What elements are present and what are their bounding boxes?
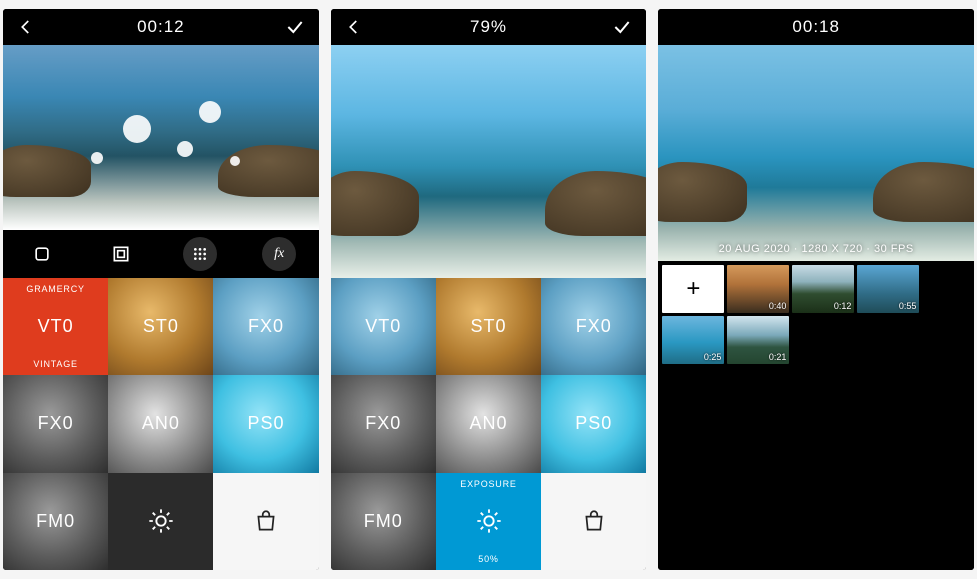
clip-thumb[interactable]: 0:40 — [727, 265, 789, 313]
aspect-icon[interactable] — [25, 237, 59, 271]
filter-st0[interactable]: ST0 — [436, 278, 541, 375]
filter-shop[interactable] — [541, 473, 646, 570]
fx-icon[interactable]: fx — [262, 237, 296, 271]
add-clip-button[interactable]: + — [662, 265, 724, 313]
filter-grid: GRAMERCY VT0 VINTAGE ST0 FX0 FX0 AN0 PS0… — [3, 278, 319, 570]
filter-fx0[interactable]: FX0 — [213, 278, 318, 375]
filter-ps0[interactable]: PS0 — [541, 375, 646, 472]
back-icon[interactable] — [17, 18, 35, 36]
progress-label: 79% — [331, 17, 647, 37]
plus-icon: + — [686, 275, 700, 303]
shop-icon — [581, 508, 607, 534]
topbar: 00:18 — [658, 9, 974, 45]
grid-icon[interactable] — [183, 237, 217, 271]
video-metadata: 20 AUG 2020 · 1280 X 720 · 30 FPS — [658, 243, 974, 255]
topbar: 79% — [331, 9, 647, 45]
filter-fm0[interactable]: FM0 — [331, 473, 436, 570]
shop-icon — [253, 508, 279, 534]
video-preview[interactable] — [3, 45, 319, 230]
filter-grid: VT0 ST0 FX0 FX0 AN0 PS0 FM0 EXPOSURE 50% — [331, 278, 647, 570]
brightness-icon — [475, 507, 503, 535]
clip-thumb[interactable]: 0:12 — [792, 265, 854, 313]
brightness-icon — [147, 507, 175, 535]
video-preview[interactable]: 20 AUG 2020 · 1280 X 720 · 30 FPS — [658, 45, 974, 261]
clip-thumb[interactable]: 0:25 — [662, 316, 724, 364]
video-time: 00:18 — [792, 17, 840, 37]
filter-an0[interactable]: AN0 — [436, 375, 541, 472]
confirm-icon[interactable] — [612, 17, 632, 37]
topbar: 00:12 — [3, 9, 319, 45]
filter-ps0[interactable]: PS0 — [213, 375, 318, 472]
video-preview[interactable] — [331, 45, 647, 278]
screen-filters-2: 79% VT0 ST0 FX0 FX0 AN0 PS0 FM0 EXPOSURE… — [331, 9, 647, 570]
filter-an0[interactable]: AN0 — [108, 375, 213, 472]
filter-fx0-b[interactable]: FX0 — [3, 375, 108, 472]
filter-fm0[interactable]: FM0 — [3, 473, 108, 570]
confirm-icon[interactable] — [285, 17, 305, 37]
clip-thumb[interactable]: 0:55 — [857, 265, 919, 313]
clip-gallery: + 0:40 0:12 0:55 0:25 0:21 — [658, 261, 974, 570]
video-time: 00:12 — [3, 17, 319, 37]
screen-gallery: 00:18 20 AUG 2020 · 1280 X 720 · 30 FPS … — [658, 9, 974, 570]
filter-st0[interactable]: ST0 — [108, 278, 213, 375]
filter-vt0[interactable]: VT0 — [331, 278, 436, 375]
filter-exposure[interactable]: EXPOSURE 50% — [436, 473, 541, 570]
screen-filters-1: 00:12 fx GRAMERCY VT0 VINTAGE ST0 — [3, 9, 319, 570]
back-icon[interactable] — [345, 18, 363, 36]
filter-fx0[interactable]: FX0 — [541, 278, 646, 375]
toolbar: fx — [3, 230, 319, 278]
filter-vt0[interactable]: GRAMERCY VT0 VINTAGE — [3, 278, 108, 375]
filter-fx0-b[interactable]: FX0 — [331, 375, 436, 472]
clip-thumb[interactable]: 0:21 — [727, 316, 789, 364]
filter-brightness[interactable] — [108, 473, 213, 570]
frame-icon[interactable] — [104, 237, 138, 271]
filter-shop[interactable] — [213, 473, 318, 570]
